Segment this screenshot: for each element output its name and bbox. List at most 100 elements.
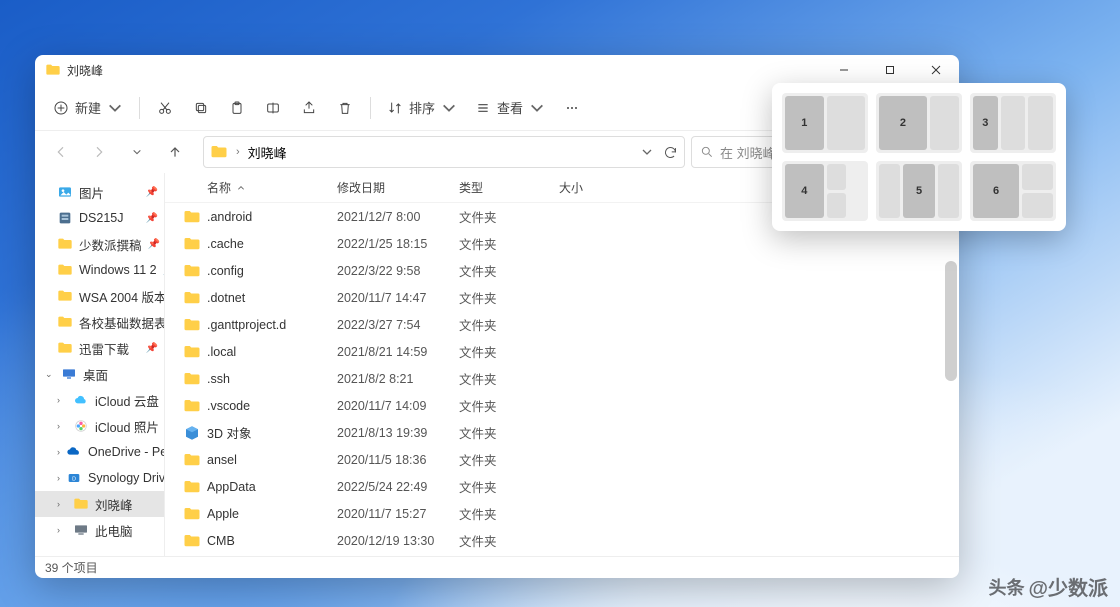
folder-icon: [183, 262, 201, 280]
snap-zone[interactable]: [1001, 96, 1026, 150]
sidebar-item[interactable]: ›iCloud 照片: [35, 413, 164, 439]
snap-zone[interactable]: [1022, 164, 1053, 190]
sidebar-item[interactable]: 迅雷下载📌: [35, 335, 164, 361]
file-date: 2021/12/7 8:00: [337, 210, 459, 224]
table-row[interactable]: .ganttproject.d2022/3/27 7:54文件夹: [165, 311, 959, 338]
sidebar-item[interactable]: 各校基础数据表📌: [35, 309, 164, 335]
more-button[interactable]: [555, 91, 589, 125]
column-type[interactable]: 类型: [459, 179, 559, 196]
snap-zone[interactable]: [879, 164, 900, 218]
paste-button[interactable]: [220, 91, 254, 125]
snap-zone[interactable]: 5: [903, 164, 936, 218]
file-name: .android: [207, 210, 337, 224]
column-date[interactable]: 修改日期: [337, 179, 459, 196]
table-row[interactable]: 3D 对象2021/8/13 19:39文件夹: [165, 419, 959, 446]
snap-layout-6[interactable]: 6: [970, 161, 1056, 221]
file-type: 文件夹: [459, 288, 559, 307]
file-date: 2020/11/7 14:47: [337, 291, 459, 305]
sidebar-item[interactable]: WSA 2004 版本📌: [35, 283, 164, 309]
history-dropdown[interactable]: [121, 136, 153, 168]
chevron-down-icon[interactable]: [641, 146, 653, 158]
scrollbar[interactable]: [945, 261, 957, 578]
snap-zone[interactable]: 2: [879, 96, 927, 150]
snap-layout-4[interactable]: 4: [782, 161, 868, 221]
snap-zone[interactable]: [827, 164, 846, 190]
sidebar-item[interactable]: 少数派撰稿📌: [35, 231, 164, 257]
table-row[interactable]: .ssh2021/8/2 8:21文件夹: [165, 365, 959, 392]
snap-zone[interactable]: 3: [973, 96, 998, 150]
snap-zone[interactable]: [827, 193, 846, 219]
new-button[interactable]: 新建: [45, 91, 131, 125]
snap-layout-5[interactable]: 5: [876, 161, 962, 221]
cut-button[interactable]: [148, 91, 182, 125]
refresh-icon[interactable]: [663, 145, 678, 160]
column-size[interactable]: 大小: [559, 179, 639, 196]
table-row[interactable]: CMB2020/12/19 13:30文件夹: [165, 527, 959, 554]
back-button[interactable]: [45, 136, 77, 168]
sidebar-item-label: 桌面: [83, 365, 108, 384]
view-button[interactable]: 查看: [467, 91, 553, 125]
snap-zone[interactable]: 1: [785, 96, 824, 150]
scrollbar-thumb[interactable]: [945, 261, 957, 381]
sidebar-item[interactable]: 图片📌: [35, 179, 164, 205]
column-name[interactable]: 名称: [207, 179, 337, 196]
file-date: 2022/1/25 18:15: [337, 237, 459, 251]
snap-layout-2[interactable]: 2: [876, 93, 962, 153]
sidebar-item[interactable]: DS215J📌: [35, 205, 164, 231]
close-button[interactable]: [913, 55, 959, 85]
table-row[interactable]: .config2022/3/22 9:58文件夹: [165, 257, 959, 284]
table-row[interactable]: Apple2020/11/7 15:27文件夹: [165, 500, 959, 527]
snap-zone[interactable]: [930, 96, 959, 150]
up-button[interactable]: [159, 136, 191, 168]
table-row[interactable]: .local2021/8/21 14:59文件夹: [165, 338, 959, 365]
chevron-down-icon: [441, 100, 457, 116]
minimize-button[interactable]: [821, 55, 867, 85]
address-bar[interactable]: › 刘晓峰: [203, 136, 685, 168]
file-type: 文件夹: [459, 315, 559, 334]
sidebar-item-label: 各校基础数据表: [79, 313, 165, 332]
snap-layout-1[interactable]: 1: [782, 93, 868, 153]
table-row[interactable]: ansel2020/11/5 18:36文件夹: [165, 446, 959, 473]
table-row[interactable]: .cache2022/1/25 18:15文件夹: [165, 230, 959, 257]
maximize-button[interactable]: [867, 55, 913, 85]
rename-button[interactable]: [256, 91, 290, 125]
sidebar-item[interactable]: ⌄桌面: [35, 361, 164, 387]
sidebar-item[interactable]: ›iCloud 云盘: [35, 387, 164, 413]
sidebar-item-label: Windows 11 2: [79, 263, 157, 277]
copy-button[interactable]: [184, 91, 218, 125]
share-button[interactable]: [292, 91, 326, 125]
3d-icon: [183, 424, 201, 442]
sidebar-item[interactable]: ›OneDrive - Pe: [35, 439, 164, 465]
delete-button[interactable]: [328, 91, 362, 125]
more-icon: [564, 100, 580, 116]
snap-layout-3[interactable]: 3: [970, 93, 1056, 153]
snap-zone[interactable]: [1022, 193, 1053, 219]
titlebar[interactable]: 刘晓峰: [35, 55, 959, 85]
pin-icon: 📌: [146, 343, 158, 354]
file-date: 2022/3/22 9:58: [337, 264, 459, 278]
snap-zone[interactable]: [1028, 96, 1053, 150]
snap-zone[interactable]: 4: [785, 164, 824, 218]
new-label: 新建: [75, 98, 101, 117]
sidebar-item-label: iCloud 照片: [95, 417, 159, 436]
sort-button[interactable]: 排序: [379, 91, 465, 125]
snap-zone[interactable]: [938, 164, 959, 218]
table-row[interactable]: .vscode2020/11/7 14:09文件夹: [165, 392, 959, 419]
sidebar-item[interactable]: ›刘晓峰: [35, 491, 164, 517]
snap-zone[interactable]: 6: [973, 164, 1019, 218]
table-row[interactable]: AppData2022/5/24 22:49文件夹: [165, 473, 959, 500]
file-date: 2022/5/24 22:49: [337, 480, 459, 494]
forward-button[interactable]: [83, 136, 115, 168]
sidebar-item[interactable]: Windows 11 2📌: [35, 257, 164, 283]
file-name: .vscode: [207, 399, 337, 413]
snap-layout-flyout: 1 2 3 4 5 6: [772, 83, 1066, 231]
table-row[interactable]: .dotnet2020/11/7 14:47文件夹: [165, 284, 959, 311]
trash-icon: [337, 100, 353, 116]
sidebar-item[interactable]: ›DSynology Driv: [35, 465, 164, 491]
breadcrumb-current[interactable]: 刘晓峰: [248, 143, 287, 162]
snap-zone[interactable]: [827, 96, 866, 150]
pin-icon: 📌: [148, 239, 160, 250]
sidebar-item[interactable]: ›此电脑: [35, 517, 164, 543]
file-name: .local: [207, 345, 337, 359]
rename-icon: [265, 100, 281, 116]
